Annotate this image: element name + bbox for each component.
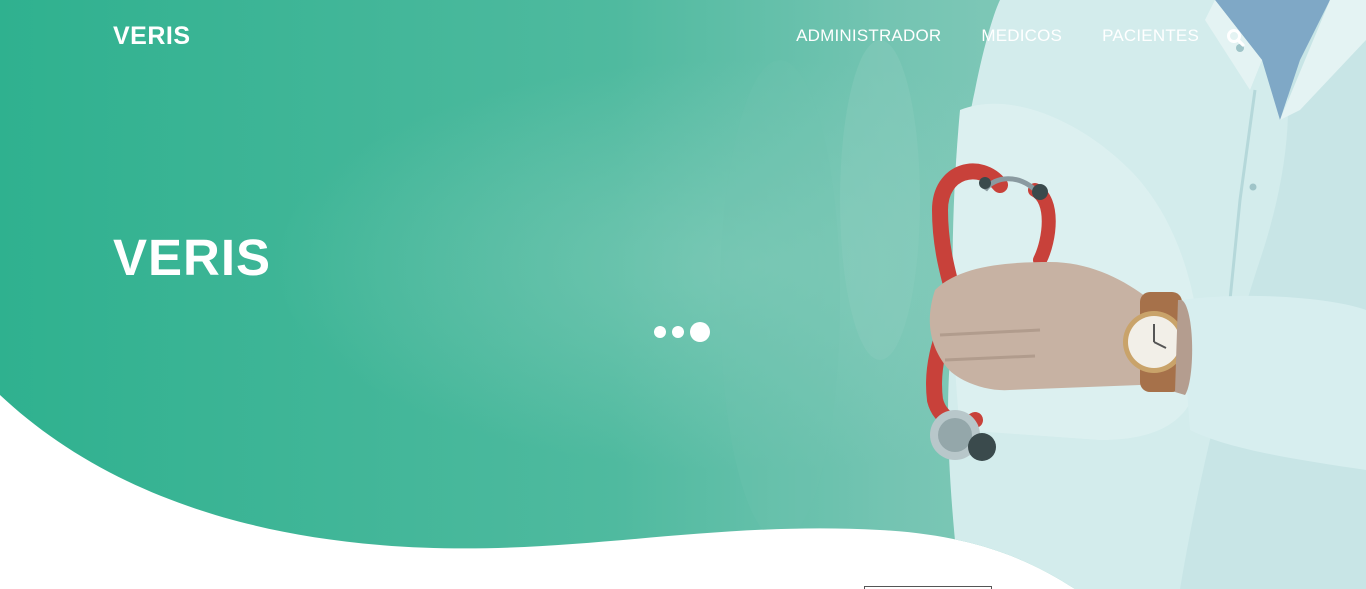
- carousel-dot-2[interactable]: [672, 326, 684, 338]
- brand-logo-link[interactable]: VERIS: [113, 22, 191, 51]
- top-navbar: VERIS ADMINISTRADOR MEDICOS PACIENTES: [0, 0, 1366, 76]
- search-button[interactable]: [1226, 28, 1246, 48]
- nav-link-pacientes[interactable]: PACIENTES: [1102, 26, 1199, 46]
- search-icon: [1227, 29, 1245, 47]
- carousel-indicators: [654, 322, 710, 342]
- carousel-dot-1[interactable]: [654, 326, 666, 338]
- nav-link-medicos[interactable]: MEDICOS: [981, 26, 1062, 46]
- nav-link-administrador[interactable]: ADMINISTRADOR: [796, 26, 941, 46]
- nav-links: ADMINISTRADOR MEDICOS PACIENTES: [796, 26, 1199, 46]
- page: VERIS ADMINISTRADOR MEDICOS PACIENTES VE…: [0, 0, 1366, 589]
- hero-background: [0, 0, 1366, 589]
- hero-title: VERIS: [113, 229, 272, 286]
- carousel-dot-3-active[interactable]: [690, 322, 710, 342]
